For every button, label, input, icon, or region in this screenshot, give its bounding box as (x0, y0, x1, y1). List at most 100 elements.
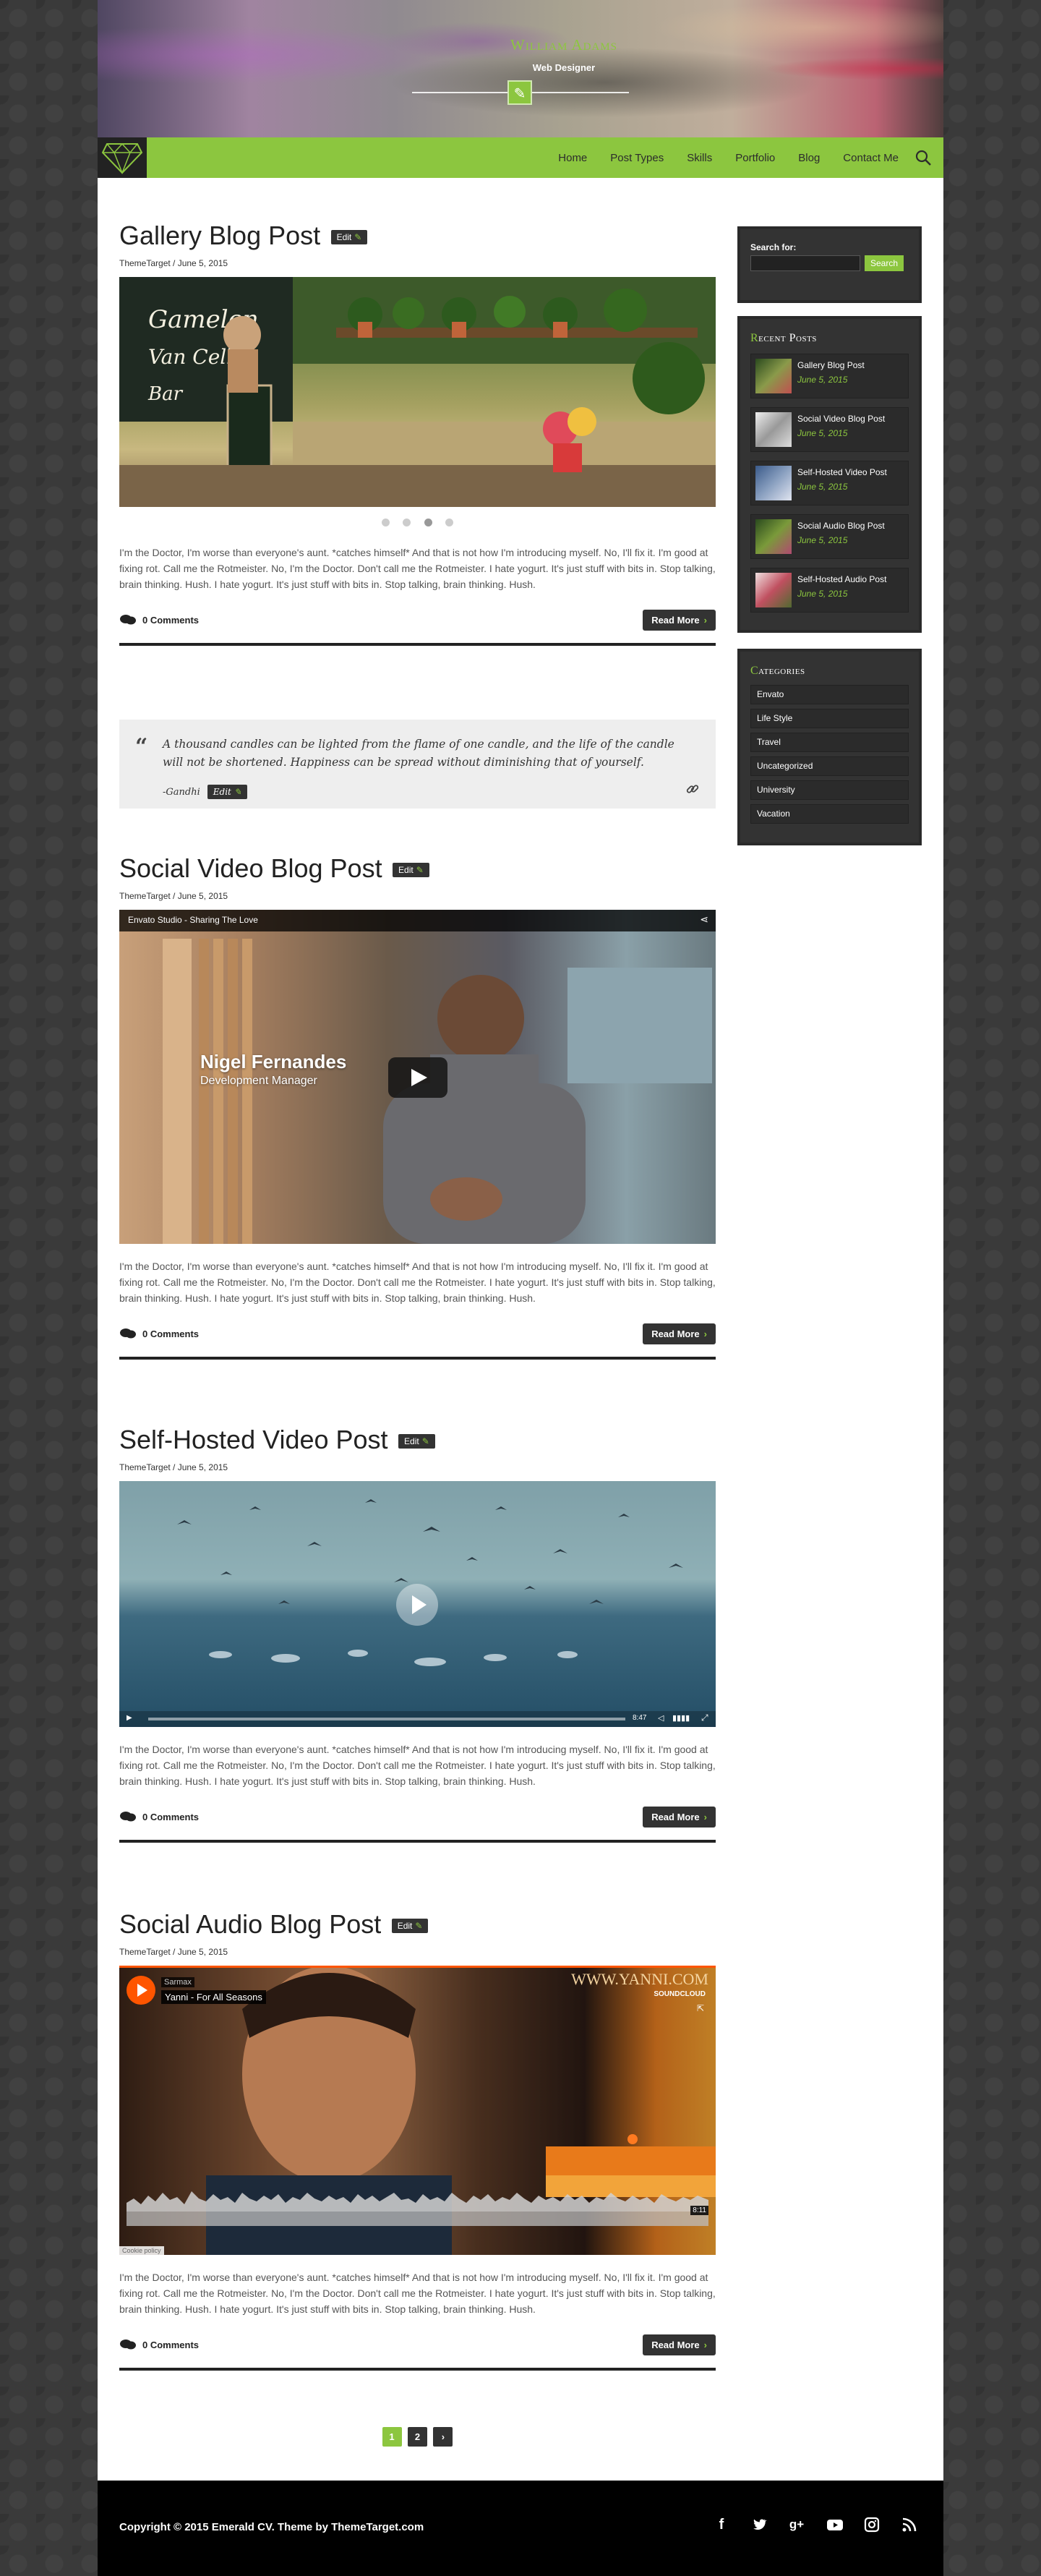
category-link[interactable]: Uncategorized (750, 756, 909, 776)
audio-waveform[interactable] (127, 2183, 708, 2226)
volume-slider[interactable]: ▮▮▮▮ (672, 1713, 690, 1723)
twitter-bird-shape (753, 2519, 767, 2530)
page-link[interactable]: 2 (408, 2427, 427, 2447)
edit-button[interactable]: Edit ✎ (330, 230, 368, 244)
svg-text:Bar: Bar (147, 383, 184, 405)
read-more-label: Read More (651, 615, 700, 626)
read-more-button[interactable]: Read More › (643, 2334, 716, 2355)
youtube-shape (827, 2520, 843, 2530)
play-button[interactable] (388, 1057, 447, 1098)
gallery-slider-image[interactable]: Gamelen Van Celle Bar (119, 277, 716, 507)
fullscreen-icon[interactable]: ⤢ (701, 1713, 708, 1723)
categories-title: Categories (750, 665, 909, 678)
play-button[interactable] (396, 1584, 438, 1626)
search-button[interactable]: Search (865, 255, 904, 271)
post-excerpt: I'm the Doctor, I'm worse than everyone'… (119, 547, 716, 590)
site-logo[interactable] (98, 137, 147, 178)
edit-button[interactable]: Edit ✎ (391, 1919, 429, 1933)
edit-button[interactable]: Edit ✎ (398, 1434, 435, 1449)
read-more-button[interactable]: Read More › (643, 610, 716, 631)
category-link[interactable]: Travel (750, 733, 909, 752)
chevron-right-icon: › (703, 1812, 707, 1822)
comments-link[interactable]: 0 Comments (119, 1811, 199, 1822)
category-link[interactable]: University (750, 780, 909, 800)
nav-item-portfolio[interactable]: Portfolio (735, 152, 775, 164)
nav-item-skills[interactable]: Skills (687, 152, 712, 164)
page-link-current[interactable]: 1 (382, 2427, 402, 2447)
quote-icon: “ (135, 734, 148, 759)
slider-dot[interactable] (403, 519, 411, 526)
recent-post-item[interactable]: Social Audio Blog Post June 5, 2015 (750, 514, 909, 559)
post-footer: 0 Comments Read More › (119, 1807, 716, 1843)
nav-item-blog[interactable]: Blog (798, 152, 820, 164)
video-channel-title[interactable]: Envato Studio - Sharing The Love (128, 915, 258, 925)
recent-post-item[interactable]: Social Video Blog Post June 5, 2015 (750, 407, 909, 452)
slider-dots (119, 517, 716, 530)
post-title[interactable]: Gallery Blog Post (119, 221, 320, 251)
soundcloud-player[interactable]: Sarmax Yanni - For All Seasons WWW.YANNI… (119, 1966, 716, 2255)
recent-post-date: June 5, 2015 (797, 482, 848, 492)
comments-link[interactable]: 0 Comments (119, 2339, 199, 2350)
main-navigation: Home Post Types Skills Portfolio Blog Co… (98, 137, 943, 178)
google-plus-icon[interactable]: g+ (789, 2517, 805, 2533)
category-link[interactable]: Life Style (750, 709, 909, 728)
pencil-icon: ✎ (416, 865, 424, 875)
read-more-button[interactable]: Read More › (643, 1807, 716, 1827)
share-icon[interactable]: ⇱ (697, 2003, 704, 2013)
post-thumbnail (755, 359, 792, 393)
pagination: 1 2 › (98, 2427, 737, 2447)
search-input[interactable] (750, 255, 860, 271)
comments-icon (120, 615, 136, 625)
edit-profile-icon[interactable]: ✎ (507, 80, 532, 105)
twitter-icon[interactable] (751, 2517, 767, 2533)
slider-dot[interactable] (445, 519, 454, 526)
nav-item-contact-me[interactable]: Contact Me (843, 152, 899, 164)
post-title[interactable]: Social Video Blog Post (119, 853, 382, 884)
embedded-video-player[interactable]: Envato Studio - Sharing The Love ⋖ Nigel… (119, 910, 716, 1244)
recent-post-item[interactable]: Self-Hosted Audio Post June 5, 2015 (750, 568, 909, 613)
edit-button[interactable]: Edit ✎ (207, 785, 247, 799)
youtube-icon[interactable] (826, 2517, 843, 2533)
pencil-icon: ✎ (421, 1436, 429, 1446)
comments-link[interactable]: 0 Comments (119, 1328, 199, 1339)
post-title[interactable]: Self-Hosted Video Post (119, 1425, 388, 1455)
soundcloud-logo[interactable]: SOUNDCLOUD (654, 1990, 706, 1998)
facebook-icon[interactable]: f (714, 2517, 729, 2533)
header-banner: William Adams Web Designer ✎ (98, 0, 943, 137)
recent-post-item[interactable]: Self-Hosted Video Post June 5, 2015 (750, 461, 909, 506)
comments-count: 0 Comments (142, 2339, 200, 2350)
category-link[interactable]: Envato (750, 685, 909, 704)
cookie-policy-link[interactable]: Cookie policy (119, 2246, 164, 2255)
share-icon[interactable]: ⋖ (700, 913, 708, 926)
slider-dot[interactable] (381, 519, 390, 526)
play-icon (412, 1595, 427, 1614)
edit-label: Edit (398, 865, 414, 875)
next-page-button[interactable]: › (433, 2427, 453, 2447)
volume-icon[interactable]: ◁ (658, 1713, 664, 1723)
video-duration: 8:47 (633, 1714, 647, 1722)
read-more-button[interactable]: Read More › (643, 1323, 716, 1344)
category-link[interactable]: Vacation (750, 804, 909, 824)
chevron-right-icon: › (703, 2340, 707, 2350)
nav-item-post-types[interactable]: Post Types (610, 152, 664, 164)
track-title[interactable]: Yanni - For All Seasons (161, 1990, 266, 2004)
comments-link[interactable]: 0 Comments (119, 614, 199, 626)
search-icon[interactable] (914, 149, 932, 166)
instagram-icon[interactable] (864, 2517, 880, 2533)
link-icon[interactable] (685, 782, 700, 796)
html5-video-player[interactable]: ▶ 8:47 ◁ ▮▮▮▮ ⤢ (119, 1481, 716, 1727)
post-title[interactable]: Social Audio Blog Post (119, 1909, 381, 1940)
post-self-hosted-video: Self-Hosted Video Post Edit ✎ ThemeTarget… (119, 1425, 716, 1843)
track-artist[interactable]: Sarmax (161, 1977, 194, 1987)
read-more-label: Read More (651, 2340, 700, 2350)
edit-button[interactable]: Edit ✎ (393, 863, 429, 877)
recent-post-item[interactable]: Gallery Blog Post June 5, 2015 (750, 354, 909, 398)
nav-item-home[interactable]: Home (558, 152, 587, 164)
comments-icon (120, 1812, 136, 1822)
video-play-toggle-icon[interactable]: ▶ (127, 1714, 132, 1722)
rss-icon[interactable] (901, 2517, 917, 2533)
recent-post-title: Social Audio Blog Post (797, 521, 885, 531)
video-progress-bar[interactable] (148, 1718, 625, 1720)
audio-play-button[interactable] (127, 1976, 155, 2005)
slider-dot-active[interactable] (424, 519, 432, 526)
